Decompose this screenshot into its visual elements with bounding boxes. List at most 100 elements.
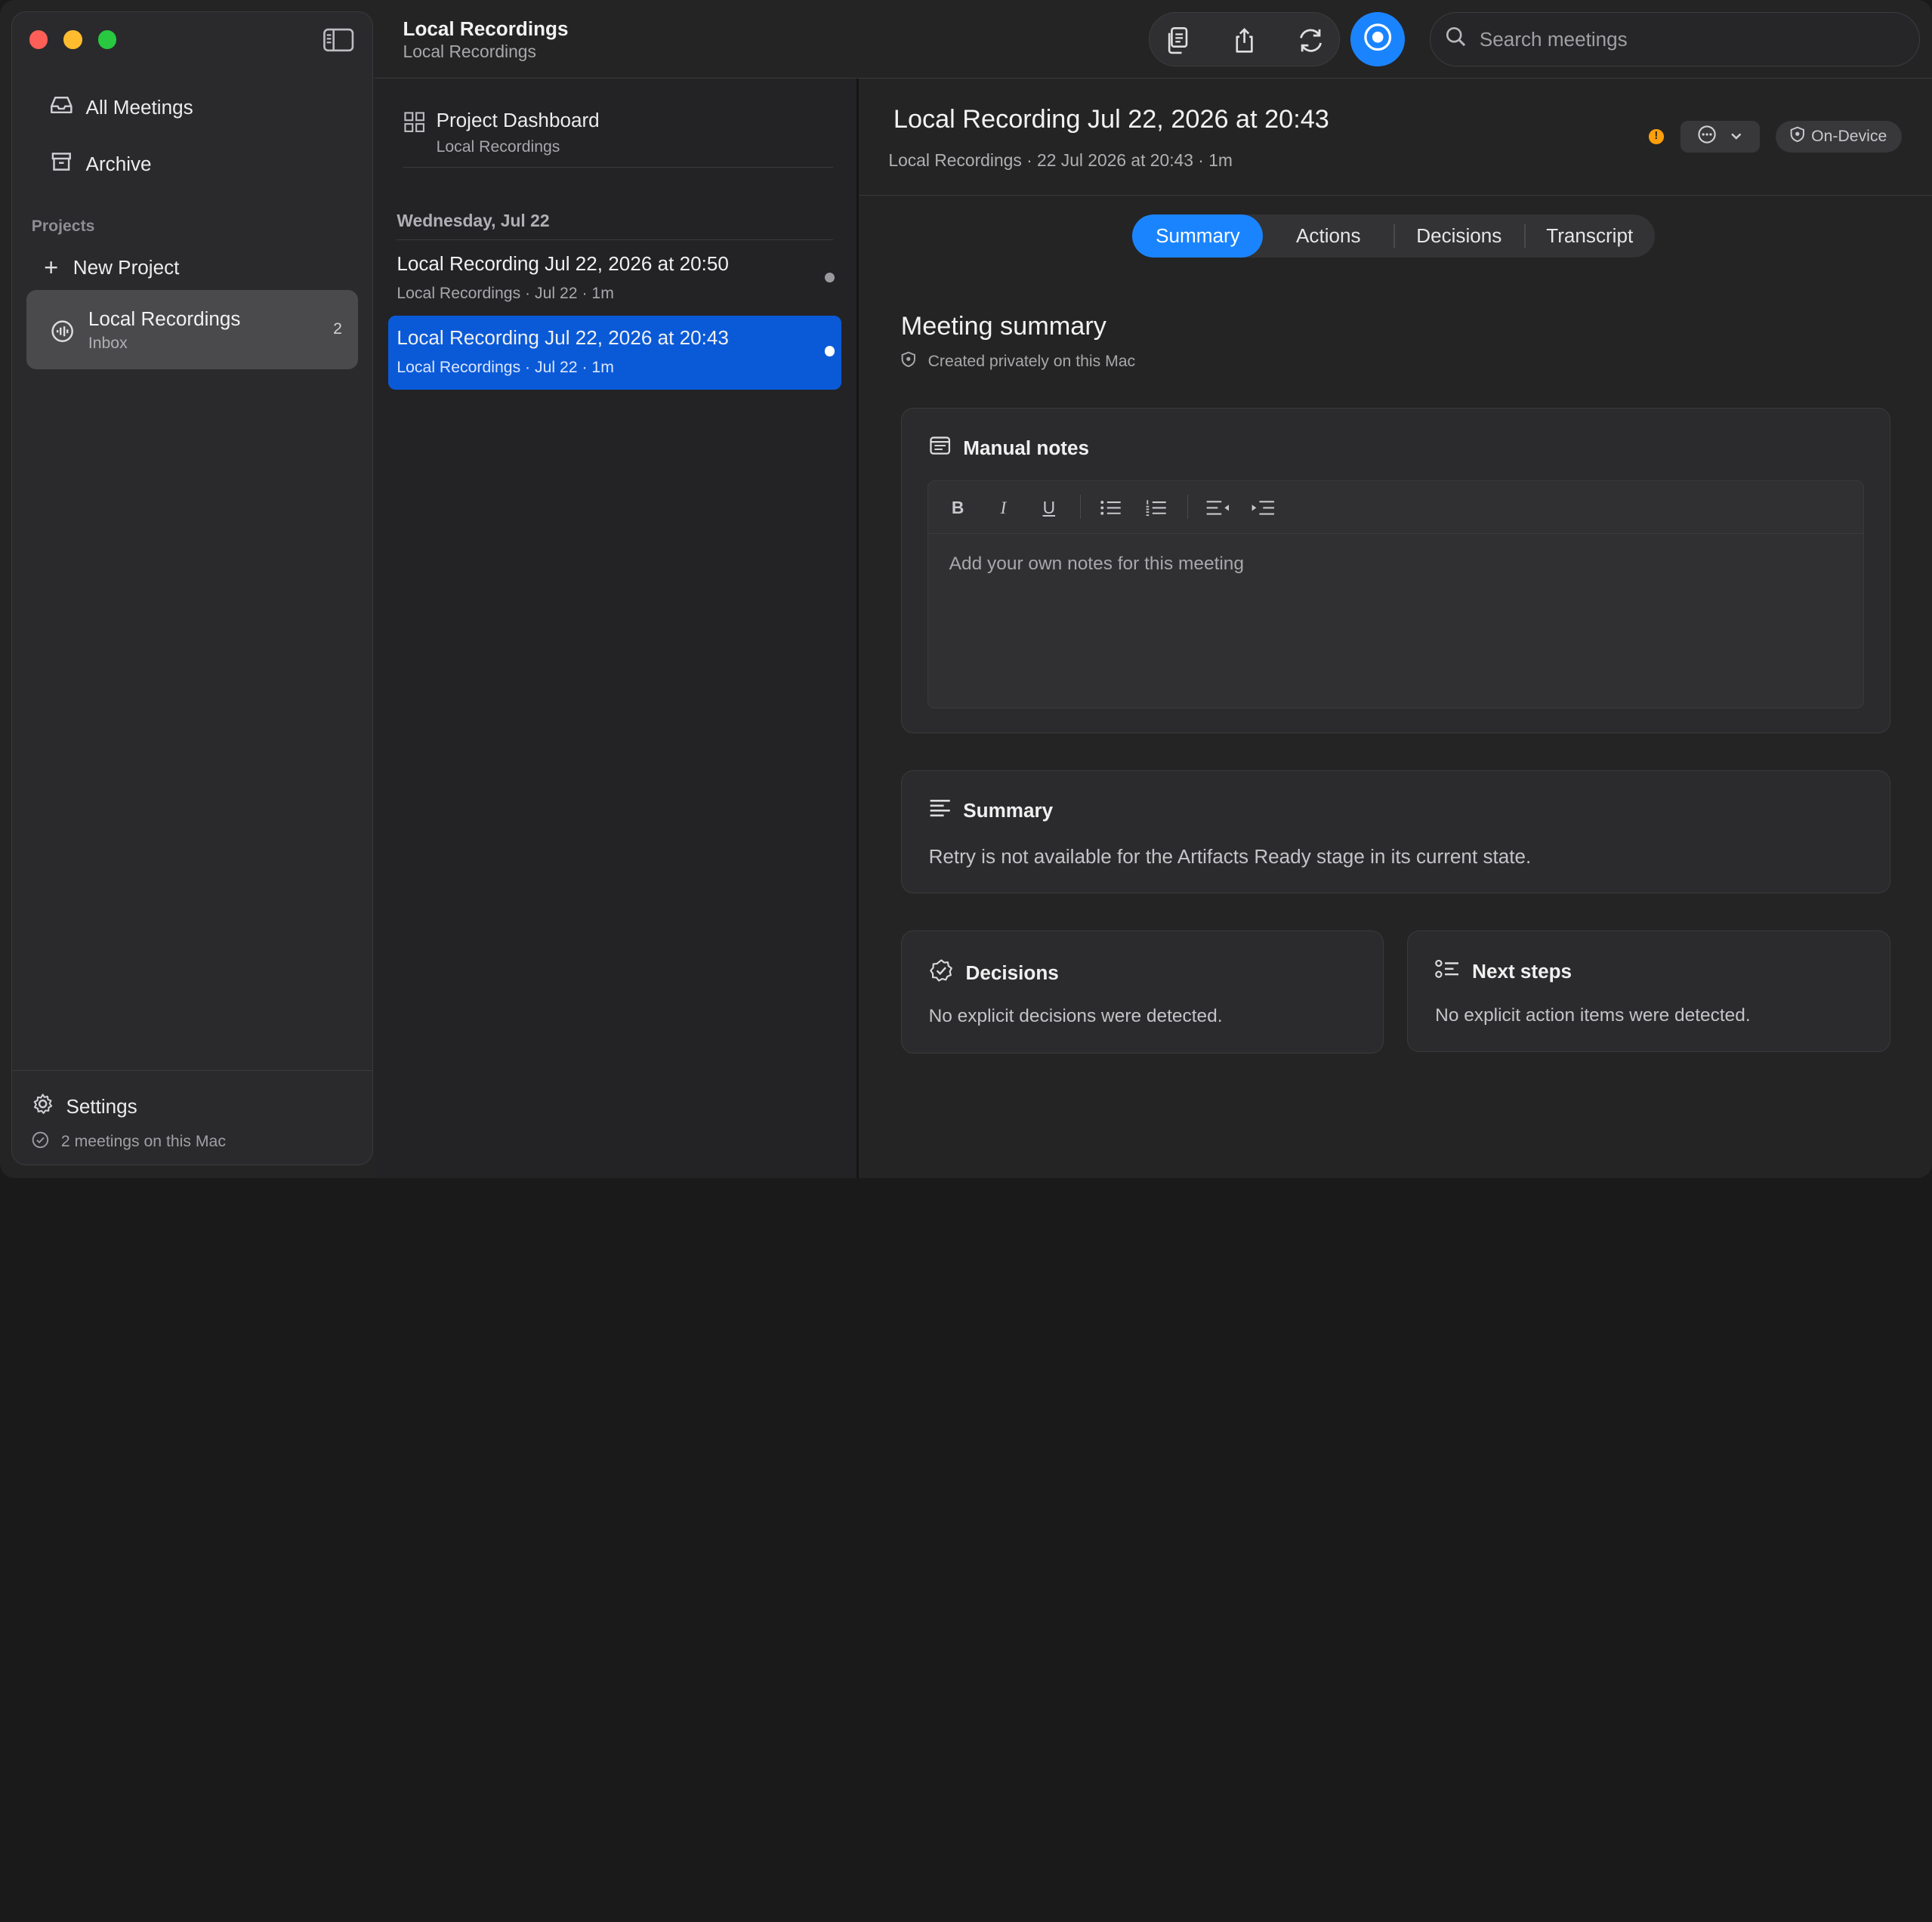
notes-editor[interactable]: B I U Add your own notes for this meetin… (927, 480, 1864, 708)
summary-card: Summary Retry is not available for the A… (900, 770, 1890, 893)
recording-meta: Local Recordings · Jul 22 · 1m (397, 284, 614, 302)
summary-title: Summary (963, 798, 1054, 822)
share-icon[interactable] (1228, 24, 1260, 56)
more-menu-button[interactable] (1680, 120, 1760, 153)
window-subtitle: Local Recordings (403, 42, 536, 62)
section-subtitle: Created privately on this Mac (901, 351, 1135, 372)
decisions-card: Decisions No explicit decisions were det… (900, 930, 1384, 1054)
decisions-body: No explicit decisions were detected. (928, 1006, 1223, 1027)
window-title: Local Recordings (403, 17, 569, 40)
meeting-title: Local Recording Jul 22, 2026 at 20:43 (893, 104, 1329, 134)
tab-actions[interactable]: Actions (1263, 214, 1393, 258)
summary-body: Retry is not available for the Artifacts… (928, 844, 1532, 868)
unread-dot (824, 272, 835, 282)
gear-icon (32, 1093, 66, 1120)
sidebar-item-label: All Meetings (85, 96, 193, 119)
manual-notes-header: Manual notes (929, 436, 1089, 461)
grid-icon (403, 111, 425, 138)
dashboard-title: Project Dashboard (436, 108, 600, 131)
indent-icon[interactable] (1250, 495, 1277, 522)
recording-title: Local Recording Jul 22, 2026 at 20:43 (397, 326, 729, 350)
checkmark-seal-icon (929, 958, 966, 989)
next-steps-card: Next steps No explicit action items were… (1407, 930, 1890, 1053)
text-lines-icon (929, 798, 964, 823)
projects-section-label: Projects (31, 217, 95, 236)
project-title: Local Recordings (88, 307, 241, 331)
on-device-badge: On-Device (1776, 120, 1902, 153)
recording-title: Local Recording Jul 22, 2026 at 20:50 (397, 252, 729, 276)
toolbar-button-group (1148, 12, 1340, 67)
editor-toolbar: B I U (927, 481, 1863, 534)
recording-meta: Local Recordings · Jul 22 · 1m (397, 358, 614, 376)
shield-icon (901, 351, 928, 372)
decisions-header: Decisions (929, 958, 1059, 989)
app-window: All Meetings Archive Projects + New Proj… (0, 0, 1932, 1178)
bullet-list-icon[interactable] (1097, 495, 1124, 522)
section-title: Meeting summary (900, 311, 1106, 341)
sidebar-item-local-recordings[interactable]: Local Recordings Inbox 2 (26, 290, 359, 369)
project-count-badge: 2 (333, 319, 342, 338)
warning-icon[interactable]: ! (1649, 129, 1664, 144)
archive-icon (49, 152, 86, 177)
underline-button[interactable]: U (1035, 495, 1063, 522)
sidebar-item-archive[interactable]: Archive (26, 143, 360, 187)
sidebar: All Meetings Archive Projects + New Proj… (11, 11, 374, 1166)
checklist-icon (1435, 958, 1472, 986)
record-button[interactable] (1350, 12, 1405, 67)
sync-icon[interactable] (1295, 24, 1326, 56)
section-subtitle-text: Created privately on this Mac (927, 352, 1136, 370)
numbered-list-icon[interactable] (1143, 495, 1170, 522)
header-divider (859, 194, 1932, 196)
decisions-title: Decisions (965, 961, 1059, 985)
manual-notes-title: Manual notes (963, 436, 1089, 459)
zoom-window-button[interactable] (97, 30, 117, 49)
list-item[interactable]: Local Recording Jul 22, 2026 at 20:50 Lo… (388, 242, 841, 316)
outdent-icon[interactable] (1204, 495, 1231, 522)
detail-tabs: Summary Actions Decisions Transcript (1132, 214, 1656, 258)
italic-button[interactable]: I (990, 495, 1017, 522)
project-dashboard-item[interactable]: Project Dashboard Local Recordings (403, 106, 833, 168)
sidebar-toggle-icon[interactable] (323, 26, 354, 54)
project-subtitle: Inbox (88, 335, 128, 353)
meeting-meta: Local Recordings · 22 Jul 2026 at 20:43 … (888, 150, 1233, 171)
notes-placeholder: Add your own notes for this meeting (949, 553, 1245, 574)
record-icon (1362, 21, 1393, 58)
meeting-list: Project Dashboard Local Recordings Wedne… (375, 79, 856, 1178)
next-steps-title: Next steps (1472, 960, 1572, 983)
storage-status: 2 meetings on this Mac (32, 1131, 226, 1153)
summary-header: Summary (929, 798, 1054, 823)
copy-icon[interactable] (1162, 24, 1193, 56)
tab-summary[interactable]: Summary (1132, 214, 1264, 258)
waveform-icon (51, 319, 73, 347)
on-device-label: On-Device (1811, 128, 1887, 146)
bold-button[interactable]: B (944, 495, 971, 522)
shield-icon (1790, 126, 1811, 147)
close-window-button[interactable] (29, 30, 48, 49)
chevron-down-icon (1729, 125, 1744, 149)
meeting-detail: Local Recording Jul 22, 2026 at 20:43 Lo… (859, 79, 1932, 1178)
toolbar-separator (1079, 494, 1082, 520)
tab-decisions[interactable]: Decisions (1393, 214, 1524, 258)
plus-icon: + (44, 253, 59, 282)
new-project-label: New Project (73, 255, 180, 279)
list-item[interactable]: Local Recording Jul 22, 2026 at 20:43 Lo… (387, 315, 842, 390)
tray-icon (49, 95, 86, 120)
minimize-window-button[interactable] (63, 30, 82, 49)
settings-button[interactable]: Settings (32, 1093, 137, 1120)
search-icon (1445, 26, 1480, 53)
tab-transcript[interactable]: Transcript (1524, 214, 1655, 258)
checkmark-circle-icon (32, 1131, 61, 1153)
manual-notes-card: Manual notes B I U Add your own notes fo… (900, 408, 1890, 733)
note-icon (929, 436, 964, 461)
next-steps-header: Next steps (1435, 958, 1572, 986)
date-group-header: Wednesday, Jul 22 (397, 211, 833, 241)
search-field[interactable] (1429, 12, 1921, 67)
unread-dot (824, 346, 835, 356)
ellipsis-circle-icon (1697, 125, 1717, 150)
sidebar-item-all-meetings[interactable]: All Meetings (26, 86, 360, 131)
settings-label: Settings (66, 1094, 137, 1118)
sidebar-item-label: Archive (85, 153, 152, 176)
next-steps-body: No explicit action items were detected. (1435, 1004, 1751, 1026)
search-input[interactable] (1479, 27, 1874, 51)
new-project-button[interactable]: + New Project (44, 253, 179, 282)
